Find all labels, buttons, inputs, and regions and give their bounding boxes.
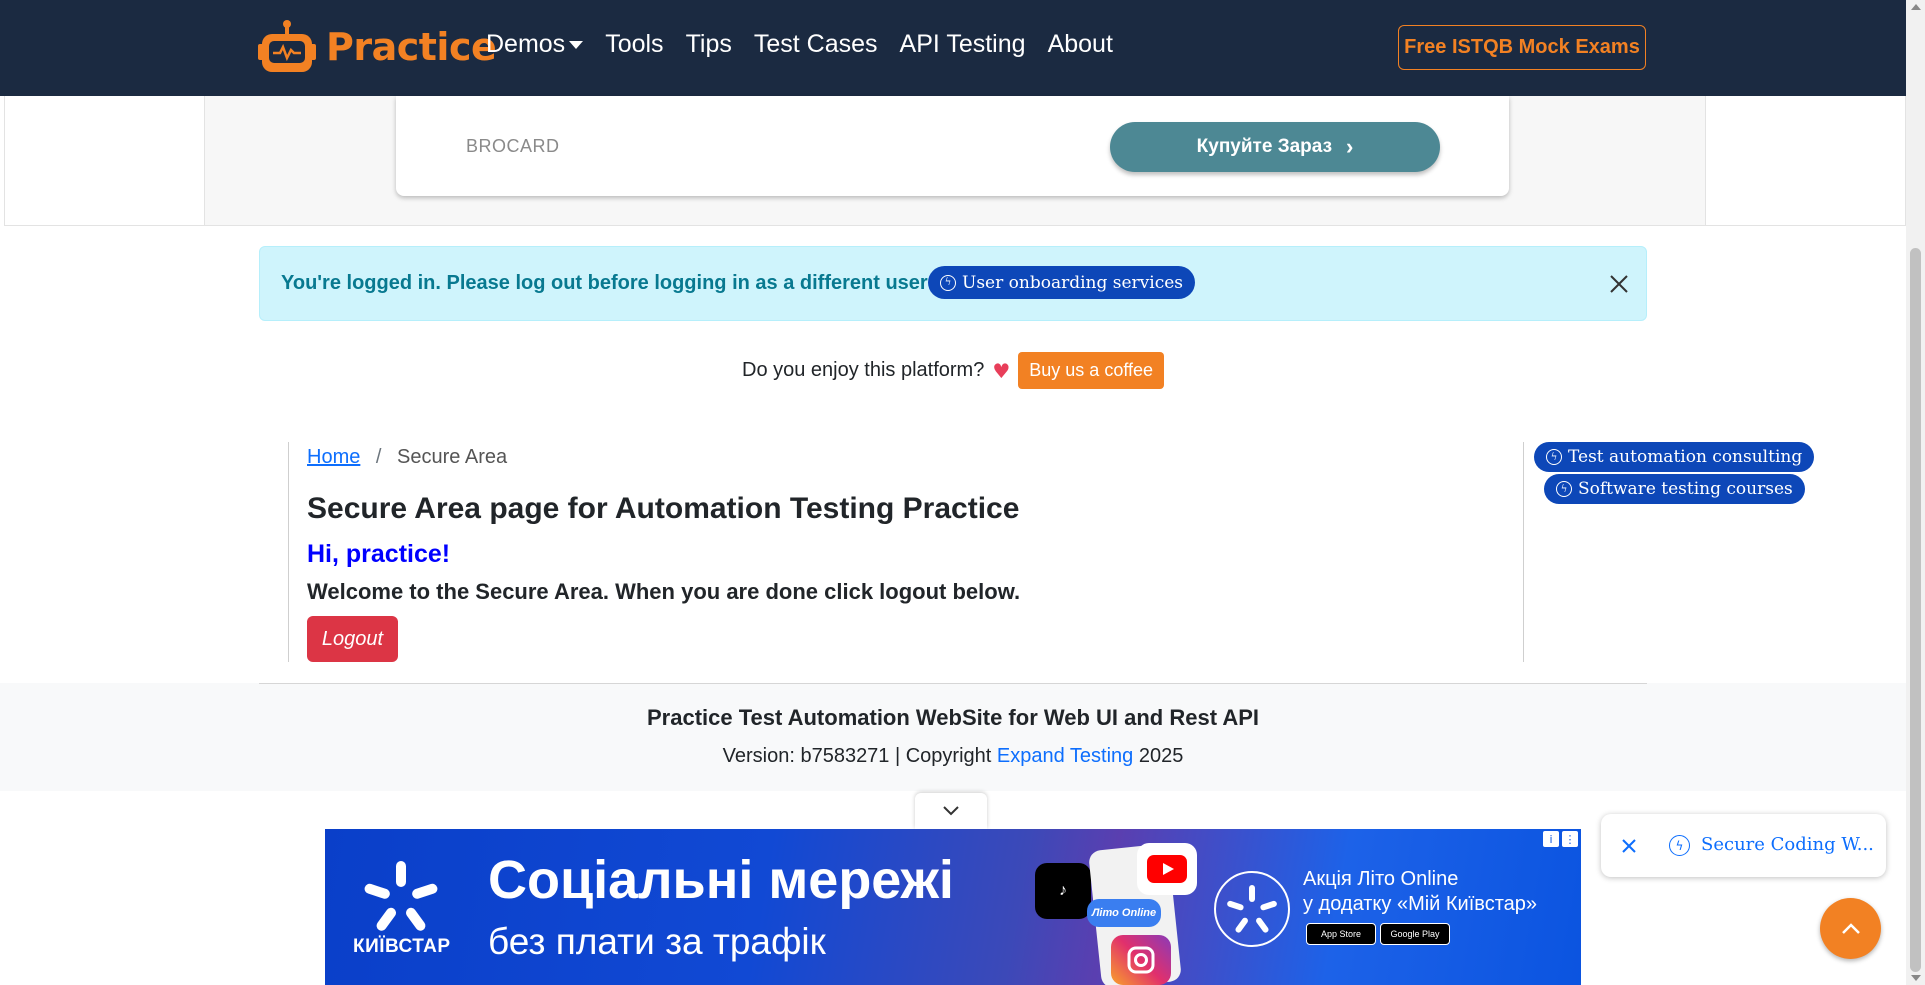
top-ad-card[interactable]: BROCARD Купуйте Зараз › <box>396 96 1509 196</box>
ad-headline: Соціальні мережі <box>488 850 954 910</box>
breadcrumb-separator: / <box>375 446 382 468</box>
copyright-year: 2025 <box>1138 745 1184 767</box>
ad-promo-text: Акція Літо Online у додатку «Мій Київста… <box>1303 867 1537 917</box>
test-automation-consulting-pill[interactable]: ϟ Test automation consulting <box>1534 442 1815 472</box>
top-ad-container: BROCARD Купуйте Зараз › <box>4 96 1906 226</box>
kyivstar-star-icon <box>364 861 438 931</box>
welcome-message: Welcome to the Secure Area. When you are… <box>307 579 1021 604</box>
kyivstar-badge-icon <box>1214 871 1290 947</box>
youtube-icon <box>1137 843 1197 895</box>
istqb-mock-exams-button[interactable]: Free ISTQB Mock Exams <box>1398 25 1646 70</box>
pill-label: Test automation consulting <box>1568 447 1803 467</box>
ad-promo-line-2: у додатку «Мій Київстар» <box>1303 893 1537 915</box>
software-testing-courses-pill[interactable]: ϟ Software testing courses <box>1544 474 1805 504</box>
scroll-down-arrow-icon[interactable] <box>1911 975 1921 981</box>
nav-demos-dropdown[interactable]: Demos <box>486 30 584 59</box>
close-icon[interactable] <box>1619 836 1639 856</box>
heart-icon: ♥ <box>992 358 1011 383</box>
footer: Practice Test Automation WebSite for Web… <box>0 683 1906 791</box>
page-title: Secure Area page for Automation Testing … <box>307 492 1020 525</box>
tiktok-icon: ♪ <box>1035 863 1091 919</box>
main-nav: Demos Tools Tips Test Cases API Testing … <box>486 30 1113 59</box>
footer-divider <box>259 683 1647 684</box>
top-ad-frame: BROCARD Купуйте Зараз › <box>204 96 1706 225</box>
nav-api-testing[interactable]: API Testing <box>900 30 1026 59</box>
page-scrollbar[interactable] <box>1906 0 1925 985</box>
close-icon[interactable] <box>1604 269 1634 299</box>
chevron-up-icon <box>1841 922 1860 934</box>
footer-version: Version: b7583271 | Copyright Expand Tes… <box>0 745 1906 768</box>
logged-in-alert: You're logged in. Please log out before … <box>259 246 1647 321</box>
breadcrumb-home-link[interactable]: Home <box>307 446 360 468</box>
chevron-right-icon: › <box>1346 134 1354 159</box>
expand-testing-link[interactable]: Expand Testing <box>997 745 1133 767</box>
buy-coffee-button[interactable]: Buy us a coffee <box>1018 352 1165 389</box>
bolt-icon: ϟ <box>1669 835 1690 856</box>
app-store-badge[interactable]: App Store <box>1306 923 1376 945</box>
ad-brand: КИЇВСТАР <box>353 936 451 957</box>
phone-label: Літо Online <box>1087 899 1161 927</box>
chevron-down-icon <box>943 806 959 816</box>
footer-title: Practice Test Automation WebSite for Web… <box>646 705 1260 730</box>
version-text: Version: b7583271 | Copyright <box>722 745 992 767</box>
ad-promo-line-1: Акція Літо Online <box>1303 868 1459 890</box>
coffee-question: Do you enjoy this platform? <box>742 359 985 381</box>
robot-logo-icon <box>258 20 316 72</box>
caret-down-icon <box>569 41 584 50</box>
greeting: Hi, practice! <box>307 540 451 568</box>
ad-info-icon[interactable]: i <box>1543 831 1559 847</box>
google-play-badge[interactable]: Google Play <box>1380 923 1450 945</box>
brand-home-link[interactable]: Practice <box>258 18 497 76</box>
brand-name: Practice <box>326 25 497 69</box>
toast-text: Secure Coding W... <box>1701 834 1874 855</box>
bolt-icon: ϟ <box>1546 449 1562 465</box>
collapse-ad-button[interactable] <box>915 793 987 829</box>
secure-area-content: Home / Secure Area Secure Area page for … <box>288 442 1524 662</box>
bolt-icon: ϟ <box>1556 481 1572 497</box>
top-navbar: Practice Demos Tools Tips Test Cases API… <box>0 0 1906 96</box>
ad-buy-now-label: Купуйте Зараз <box>1196 136 1333 157</box>
logout-button[interactable]: Logout <box>307 616 398 662</box>
breadcrumb-current: Secure Area <box>397 446 508 468</box>
user-onboarding-pill[interactable]: ϟ User onboarding services <box>928 266 1196 299</box>
alert-message: You're logged in. Please log out before … <box>281 272 928 294</box>
coffee-prompt: Do you enjoy this platform? ♥ Buy us a c… <box>742 352 1165 389</box>
bottom-ad-banner[interactable]: КИЇВСТАР Соціальні мережі без плати за т… <box>325 829 1581 985</box>
pill-label: Software testing courses <box>1578 479 1793 499</box>
pill-label: User onboarding services <box>962 272 1184 293</box>
ad-brand-label: BROCARD <box>466 136 560 156</box>
scrollbar-thumb[interactable] <box>1910 248 1921 972</box>
nav-test-cases[interactable]: Test Cases <box>754 30 878 59</box>
nav-about[interactable]: About <box>1048 30 1113 59</box>
nav-tools[interactable]: Tools <box>605 30 663 59</box>
scroll-to-top-button[interactable] <box>1820 898 1881 959</box>
ad-subline: без плати за трафік <box>488 921 826 962</box>
scroll-up-arrow-icon[interactable] <box>1911 4 1921 10</box>
ad-buy-now-button[interactable]: Купуйте Зараз › <box>1110 122 1440 172</box>
breadcrumb: Home / Secure Area <box>307 446 507 469</box>
ad-menu-icon[interactable]: ⋮ <box>1562 831 1578 847</box>
bolt-icon: ϟ <box>940 274 956 291</box>
instagram-icon <box>1111 935 1171 985</box>
secure-coding-toast[interactable]: ϟ Secure Coding W... <box>1601 814 1886 877</box>
nav-tips[interactable]: Tips <box>686 30 732 59</box>
